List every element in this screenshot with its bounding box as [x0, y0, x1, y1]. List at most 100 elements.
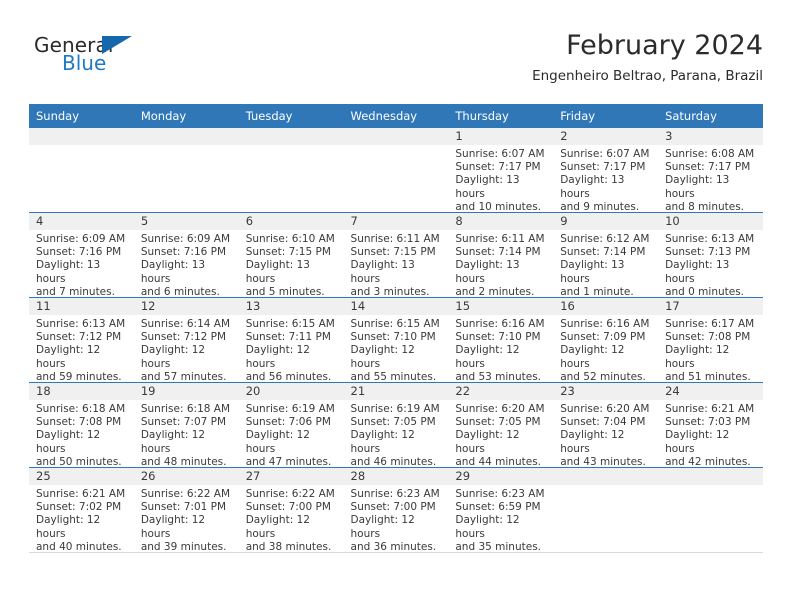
- day-cell-inner: 21 Sunrise: 6:19 AM Sunset: 7:05 PM Dayligh…: [343, 383, 449, 469]
- sunset-text: Sunset: 7:16 PM: [36, 246, 122, 259]
- calendar-table: Sunday Monday Tuesday Wednesday Thursday…: [29, 104, 763, 553]
- day-details: Sunrise: 6:19 AM Sunset: 7:05 PM Daylight:…: [344, 400, 449, 469]
- sunset-text: Sunset: 7:17 PM: [665, 161, 751, 174]
- calendar-day-cell[interactable]: 17 Sunrise: 6:17 AM Sunset: 7:08 PM Dayligh…: [658, 297, 763, 383]
- day-details: [658, 485, 763, 488]
- calendar-day-cell[interactable]: 28 Sunrise: 6:23 AM Sunset: 7:00 PM Dayligh…: [343, 467, 449, 553]
- daylight-text-line1: Daylight: 13 hours: [140, 259, 206, 285]
- day-number: 21: [343, 383, 449, 400]
- day-number: 10: [658, 213, 763, 230]
- day-details: Sunrise: 6:16 AM Sunset: 7:10 PM Daylight:…: [448, 315, 553, 384]
- sunrise-text: Sunrise: 6:22 AM: [245, 488, 335, 500]
- day-number: [343, 128, 449, 145]
- day-number: 2: [553, 128, 659, 145]
- day-cell-inner: 15 Sunrise: 6:16 AM Sunset: 7:10 PM Dayligh…: [448, 298, 554, 384]
- day-cell-inner: [343, 128, 449, 212]
- calendar-day-cell[interactable]: 23 Sunrise: 6:20 AM Sunset: 7:04 PM Dayligh…: [553, 382, 659, 468]
- sunrise-text: Sunrise: 6:12 AM: [560, 233, 650, 245]
- calendar-day-cell[interactable]: 1 Sunrise: 6:07 AM Sunset: 7:17 PM Daylight…: [448, 128, 554, 213]
- sunset-text: Sunset: 7:05 PM: [455, 416, 541, 429]
- sunset-text: Sunset: 7:17 PM: [560, 161, 646, 174]
- sunset-text: Sunset: 7:15 PM: [350, 246, 436, 259]
- sunrise-text: Sunrise: 6:14 AM: [140, 318, 231, 330]
- daylight-text-line2: and 36 minutes.: [350, 540, 437, 553]
- sunrise-text: Sunrise: 6:10 AM: [245, 233, 335, 245]
- calendar-day-cell[interactable]: 21 Sunrise: 6:19 AM Sunset: 7:05 PM Dayligh…: [343, 382, 449, 469]
- daylight-text-line1: Daylight: 12 hours: [140, 344, 206, 370]
- daylight-text-line1: Daylight: 13 hours: [245, 259, 310, 285]
- calendar-day-cell[interactable]: 4 Sunrise: 6:09 AM Sunset: 7:16 PM Daylight…: [29, 212, 134, 299]
- daylight-text-line1: Daylight: 12 hours: [560, 429, 625, 455]
- calendar-day-cell[interactable]: 10 Sunrise: 6:13 AM Sunset: 7:13 PM Dayligh…: [658, 212, 763, 299]
- daylight-text-line1: Daylight: 12 hours: [140, 429, 206, 455]
- calendar-day-cell[interactable]: 29 Sunrise: 6:23 AM Sunset: 6:59 PM Dayligh…: [448, 467, 554, 553]
- calendar-day-cell[interactable]: 16 Sunrise: 6:16 AM Sunset: 7:09 PM Dayligh…: [553, 297, 659, 383]
- sunrise-text: Sunrise: 6:20 AM: [560, 403, 650, 415]
- sunrise-text: Sunrise: 6:20 AM: [455, 403, 545, 415]
- calendar-day-cell[interactable]: 27 Sunrise: 6:22 AM Sunset: 7:00 PM Dayligh…: [238, 467, 344, 554]
- calendar-day-cell[interactable]: 14 Sunrise: 6:15 AM Sunset: 7:10 PM Dayligh…: [343, 297, 449, 384]
- sunset-text: Sunset: 7:15 PM: [245, 246, 331, 259]
- day-number: 11: [29, 298, 134, 315]
- daylight-text-line1: Daylight: 12 hours: [455, 514, 520, 540]
- sunrise-text: Sunrise: 6:11 AM: [455, 233, 545, 245]
- day-number: 14: [343, 298, 449, 315]
- sunrise-text: Sunrise: 6:23 AM: [350, 488, 440, 500]
- sunset-text: Sunset: 7:08 PM: [665, 331, 751, 344]
- calendar-day-cell[interactable]: 8 Sunrise: 6:11 AM Sunset: 7:14 PM Daylight…: [448, 212, 554, 298]
- calendar-day-cell[interactable]: 3 Sunrise: 6:08 AM Sunset: 7:17 PM Daylight…: [658, 128, 763, 213]
- calendar-day-cell[interactable]: 25 Sunrise: 6:21 AM Sunset: 7:02 PM Dayligh…: [29, 467, 134, 553]
- calendar-header-row: Sunday Monday Tuesday Wednesday Thursday…: [29, 104, 763, 128]
- calendar-cell-empty: [658, 467, 763, 553]
- sunset-text: Sunset: 7:07 PM: [140, 416, 227, 429]
- day-number: 23: [553, 383, 659, 400]
- calendar-day-cell[interactable]: 13 Sunrise: 6:15 AM Sunset: 7:11 PM Dayligh…: [238, 297, 344, 384]
- day-number: [658, 468, 763, 485]
- sunset-text: Sunset: 7:16 PM: [140, 246, 227, 259]
- day-details: [29, 145, 134, 148]
- daylight-text-line2: and 39 minutes.: [140, 540, 227, 553]
- daylight-text-line1: Daylight: 12 hours: [350, 344, 415, 370]
- calendar-day-cell[interactable]: 12 Sunrise: 6:14 AM Sunset: 7:12 PM Dayligh…: [133, 297, 239, 384]
- day-number: [29, 128, 134, 145]
- general-blue-logo[interactable]: General Blue: [34, 33, 234, 81]
- calendar-cell-empty: [238, 128, 344, 213]
- daylight-text-line1: Daylight: 13 hours: [665, 259, 730, 285]
- day-cell-inner: 18 Sunrise: 6:18 AM Sunset: 7:08 PM Dayligh…: [29, 383, 134, 468]
- day-number: [238, 128, 344, 145]
- day-cell-inner: 3 Sunrise: 6:08 AM Sunset: 7:17 PM Daylight…: [658, 128, 763, 213]
- day-number: 17: [658, 298, 763, 315]
- daylight-text-line1: Daylight: 12 hours: [350, 514, 415, 540]
- day-details: Sunrise: 6:15 AM Sunset: 7:10 PM Daylight:…: [344, 315, 449, 384]
- day-details: [134, 145, 239, 148]
- day-details: Sunrise: 6:15 AM Sunset: 7:11 PM Daylight:…: [239, 315, 344, 384]
- calendar-day-cell[interactable]: 18 Sunrise: 6:18 AM Sunset: 7:08 PM Dayligh…: [29, 382, 134, 468]
- day-details: Sunrise: 6:13 AM Sunset: 7:13 PM Daylight:…: [658, 230, 763, 299]
- calendar-day-cell[interactable]: 9 Sunrise: 6:12 AM Sunset: 7:14 PM Daylight…: [553, 212, 659, 298]
- day-number: 1: [448, 128, 554, 145]
- day-details: Sunrise: 6:22 AM Sunset: 7:00 PM Daylight:…: [239, 485, 344, 554]
- weekday-header-sunday: Sunday: [29, 104, 134, 128]
- day-cell-inner: 29 Sunrise: 6:23 AM Sunset: 6:59 PM Dayligh…: [448, 468, 554, 553]
- calendar-day-cell[interactable]: 5 Sunrise: 6:09 AM Sunset: 7:16 PM Daylight…: [133, 212, 239, 298]
- calendar-day-cell[interactable]: 24 Sunrise: 6:21 AM Sunset: 7:03 PM Dayligh…: [658, 382, 763, 468]
- calendar-day-cell[interactable]: 26 Sunrise: 6:22 AM Sunset: 7:01 PM Dayligh…: [133, 467, 239, 553]
- sunset-text: Sunset: 7:17 PM: [455, 161, 541, 174]
- calendar-day-cell[interactable]: 20 Sunrise: 6:19 AM Sunset: 7:06 PM Dayligh…: [238, 382, 344, 468]
- calendar-day-cell[interactable]: 19 Sunrise: 6:18 AM Sunset: 7:07 PM Dayligh…: [133, 382, 239, 468]
- day-details: Sunrise: 6:09 AM Sunset: 7:16 PM Daylight:…: [29, 230, 134, 299]
- title-block: February 2024 Engenheiro Beltrao, Parana…: [532, 30, 763, 85]
- calendar-day-cell[interactable]: 22 Sunrise: 6:20 AM Sunset: 7:05 PM Dayligh…: [448, 382, 554, 468]
- calendar-day-cell[interactable]: 2 Sunrise: 6:07 AM Sunset: 7:17 PM Daylight…: [553, 128, 659, 213]
- sunset-text: Sunset: 7:02 PM: [36, 501, 122, 514]
- sunset-text: Sunset: 7:01 PM: [140, 501, 227, 514]
- calendar-day-cell[interactable]: 11 Sunrise: 6:13 AM Sunset: 7:12 PM Dayligh…: [29, 297, 134, 383]
- day-number: 26: [133, 468, 239, 485]
- calendar-day-cell[interactable]: 6 Sunrise: 6:10 AM Sunset: 7:15 PM Daylight…: [238, 212, 344, 298]
- calendar-day-cell[interactable]: 15 Sunrise: 6:16 AM Sunset: 7:10 PM Dayligh…: [448, 297, 554, 384]
- day-details: Sunrise: 6:14 AM Sunset: 7:12 PM Daylight:…: [134, 315, 239, 384]
- day-number: 15: [448, 298, 554, 315]
- calendar-day-cell[interactable]: 7 Sunrise: 6:11 AM Sunset: 7:15 PM Daylight…: [343, 212, 449, 298]
- daylight-text-line1: Daylight: 12 hours: [350, 429, 415, 455]
- calendar-week-row: 18 Sunrise: 6:18 AM Sunset: 7:08 PM Dayligh…: [29, 382, 763, 469]
